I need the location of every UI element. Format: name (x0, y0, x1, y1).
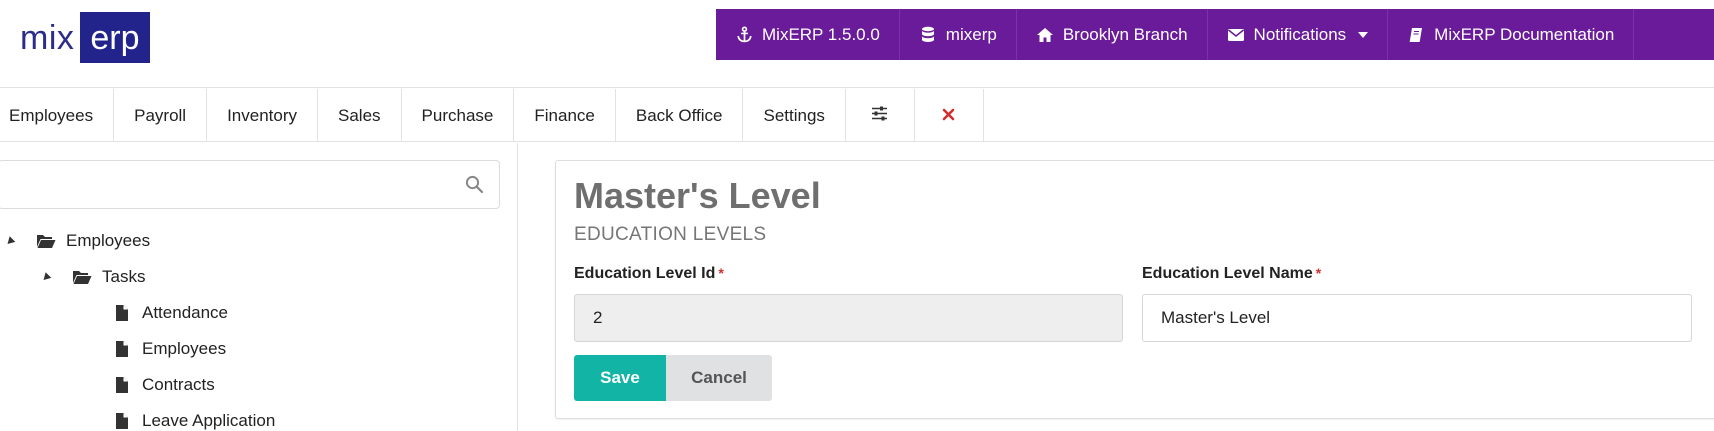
version-label: MixERP 1.5.0.0 (762, 24, 880, 44)
database-label: mixerp (945, 24, 997, 44)
save-button[interactable]: Save (574, 355, 666, 401)
app-header: mix erp MixERP 1.5.0.0 mixerp Brooklyn B… (0, 0, 1714, 88)
file-icon (112, 340, 132, 358)
menu-item-finance[interactable]: Finance (514, 89, 616, 142)
sidebar: Employees Tasks Attendance Employees Con… (0, 143, 518, 431)
sliders-button[interactable] (846, 89, 915, 142)
notifications-label: Notifications (1253, 24, 1347, 44)
file-icon (112, 412, 132, 430)
notifications-dropdown[interactable]: Notifications (1208, 9, 1389, 60)
tree-leaf-leave-application[interactable]: Leave Application (112, 407, 275, 431)
caret-down-icon (1358, 31, 1369, 38)
required-marker: * (718, 265, 724, 281)
tree-node-label: Tasks (102, 267, 146, 286)
menu-item-back-office[interactable]: Back Office (616, 89, 744, 142)
home-icon (1036, 26, 1054, 44)
close-icon (942, 106, 955, 126)
menu-item-employees[interactable]: Employees (0, 89, 115, 142)
form-title: Master's Level (574, 175, 821, 216)
education-level-name-label: Education Level Name * (1142, 265, 1321, 283)
menu-item-settings[interactable]: Settings (743, 89, 846, 142)
menu-item-purchase[interactable]: Purchase (402, 89, 515, 142)
documentation-label: MixERP Documentation (1434, 24, 1615, 44)
anchor-icon (735, 26, 753, 44)
sliders-icon (871, 106, 888, 126)
book-icon (1407, 26, 1425, 44)
sidebar-search-input[interactable] (0, 160, 500, 209)
file-icon (112, 376, 132, 394)
menu-item-payroll[interactable]: Payroll (114, 89, 208, 142)
education-level-name-field[interactable]: Master's Level (1142, 294, 1692, 342)
logo-text-mix: mix (20, 18, 75, 57)
tree-node-tasks[interactable]: Tasks (40, 263, 146, 291)
expanded-triangle-icon[interactable] (40, 271, 52, 283)
field-label-text: Education Level Id (574, 265, 716, 282)
education-level-id-field[interactable]: 2 (574, 294, 1123, 342)
envelope-icon (1227, 26, 1245, 44)
documentation-link[interactable]: MixERP Documentation (1388, 9, 1635, 60)
education-level-id-label: Education Level Id * (574, 265, 724, 283)
tree-node-employees[interactable]: Employees (4, 227, 151, 255)
tree-leaf-label: Contracts (142, 375, 215, 394)
expanded-triangle-icon[interactable] (4, 235, 16, 247)
form-subtitle: EDUCATION LEVELS (574, 224, 767, 245)
tree-leaf-label: Employees (142, 339, 227, 358)
main-menu: Employees Payroll Inventory Sales Purcha… (0, 89, 1714, 142)
close-button[interactable] (915, 89, 984, 142)
field-label-text: Education Level Name (1142, 265, 1313, 282)
logo-text-erp: erp (80, 12, 150, 63)
tree-leaf-contracts[interactable]: Contracts (112, 371, 215, 399)
tree-leaf-employees[interactable]: Employees (112, 335, 226, 363)
top-navbar: MixERP 1.5.0.0 mixerp Brooklyn Branch No… (716, 9, 1714, 60)
required-marker: * (1315, 265, 1322, 281)
folder-open-icon (72, 268, 92, 286)
database-link[interactable]: mixerp (900, 9, 1017, 60)
education-level-form: Master's Level EDUCATION LEVELS Educatio… (555, 160, 1714, 419)
cancel-button[interactable]: Cancel (666, 355, 772, 401)
version-link[interactable]: MixERP 1.5.0.0 (716, 9, 900, 60)
folder-open-icon (36, 232, 56, 250)
tree-node-label: Employees (66, 231, 151, 250)
menu-item-sales[interactable]: Sales (318, 89, 402, 142)
branch-label: Brooklyn Branch (1062, 24, 1188, 44)
branch-link[interactable]: Brooklyn Branch (1017, 9, 1208, 60)
file-icon (112, 304, 132, 322)
search-icon[interactable] (465, 175, 485, 195)
menu-item-inventory[interactable]: Inventory (207, 89, 319, 142)
mixerp-logo[interactable]: mix erp (20, 12, 150, 63)
tree-leaf-label: Attendance (142, 303, 229, 322)
tree-leaf-label: Leave Application (142, 411, 276, 430)
tree-leaf-attendance[interactable]: Attendance (112, 299, 228, 327)
database-icon (919, 26, 937, 44)
